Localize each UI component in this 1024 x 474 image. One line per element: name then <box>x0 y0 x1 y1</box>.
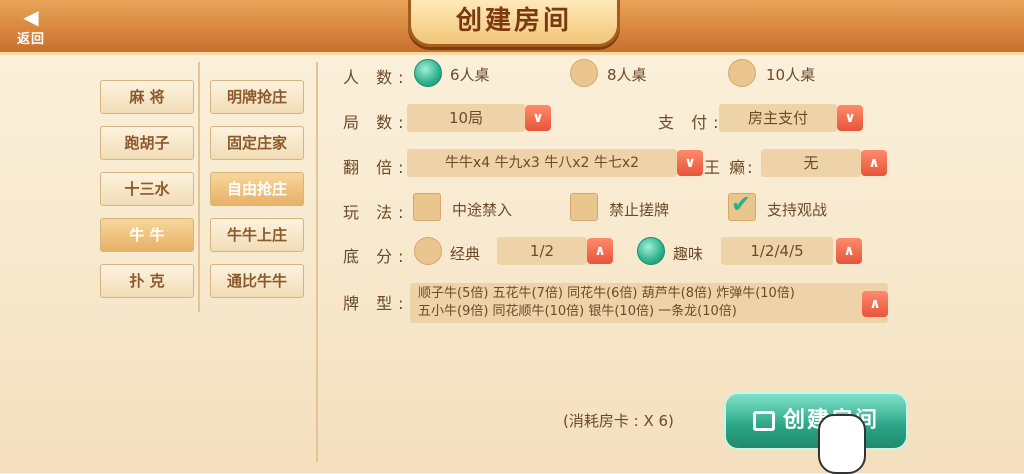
fun-label: 趣味 <box>673 245 704 263</box>
rounds-label: 局 数: <box>343 113 410 132</box>
chevron-up-icon[interactable]: ∧ <box>587 238 613 264</box>
divider <box>316 62 318 462</box>
hand-pointer-icon <box>818 414 866 474</box>
joker-select[interactable]: 无 <box>761 149 861 177</box>
card-types-label: 牌 型: <box>343 294 410 313</box>
multiplier-label: 翻 倍: <box>343 158 410 177</box>
room-icon <box>752 411 775 431</box>
chevron-down-icon[interactable]: ∨ <box>677 150 703 176</box>
option-10-players: 10人桌 <box>766 66 816 84</box>
rule-no-squeeze: 禁止搓牌 <box>609 201 670 219</box>
checkbox-no-join[interactable] <box>413 193 441 221</box>
classic-score-select[interactable]: 1/2 <box>497 237 587 265</box>
page-title-plate: 创建房间 <box>408 0 620 47</box>
payment-select[interactable]: 房主支付 <box>719 104 837 132</box>
chevron-up-icon[interactable]: ∧ <box>836 238 862 264</box>
card-types-line1: 顺子牛(5倍) 五花牛(7倍) 同花牛(6倍) 葫芦牛(8倍) 炸弹牛(10倍) <box>418 286 795 301</box>
radio-6-players[interactable] <box>414 59 442 87</box>
base-score-label: 底 分: <box>343 247 410 266</box>
radio-8-players[interactable] <box>570 59 598 87</box>
joker-label: 王 癞: <box>704 158 755 177</box>
rule-spectate: 支持观战 <box>767 201 828 219</box>
back-arrow-icon: ◀ <box>23 5 39 29</box>
mode-free-grab[interactable]: 自由抢庄 <box>210 172 304 206</box>
back-button[interactable]: ◀ 返回 <box>8 6 54 48</box>
option-6-players: 6人桌 <box>450 66 490 84</box>
category-niuniu[interactable]: 牛 牛 <box>100 218 194 252</box>
mode-tongbi[interactable]: 通比牛牛 <box>210 264 304 298</box>
category-poker[interactable]: 扑 克 <box>100 264 194 298</box>
radio-classic[interactable] <box>414 237 442 265</box>
chevron-up-icon[interactable]: ∧ <box>861 150 887 176</box>
room-card-cost: (消耗房卡 : X 6) <box>563 412 674 430</box>
rule-no-join: 中途禁入 <box>452 201 513 219</box>
divider <box>198 62 200 312</box>
classic-label: 经典 <box>450 245 481 263</box>
payment-label: 支 付: <box>658 113 725 132</box>
mode-niuniu-banker[interactable]: 牛牛上庄 <box>210 218 304 252</box>
option-8-players: 8人桌 <box>607 66 647 84</box>
rules-label: 玩 法: <box>343 203 410 222</box>
mode-fixed-banker[interactable]: 固定庄家 <box>210 126 304 160</box>
back-label: 返回 <box>16 32 45 47</box>
rounds-select[interactable]: 10局 <box>407 104 525 132</box>
players-label: 人 数: <box>343 68 410 87</box>
card-types-line2: 五小牛(9倍) 同花顺牛(10倍) 银牛(10倍) 一条龙(10倍) <box>418 304 737 319</box>
fun-score-select[interactable]: 1/2/4/5 <box>721 237 833 265</box>
radio-10-players[interactable] <box>728 59 756 87</box>
checkbox-no-squeeze[interactable] <box>570 193 598 221</box>
multiplier-select[interactable]: 牛牛x4 牛九x3 牛八x2 牛七x2 <box>407 149 677 177</box>
chevron-up-icon[interactable]: ∧ <box>862 291 888 317</box>
checkbox-spectate[interactable] <box>728 190 756 221</box>
page-title: 创建房间 <box>455 6 572 36</box>
category-shisanshui[interactable]: 十三水 <box>100 172 194 206</box>
chevron-down-icon[interactable]: ∨ <box>525 105 551 131</box>
card-types-box[interactable]: 顺子牛(5倍) 五花牛(7倍) 同花牛(6倍) 葫芦牛(8倍) 炸弹牛(10倍)… <box>410 283 888 323</box>
category-mahjong[interactable]: 麻 将 <box>100 80 194 114</box>
mode-mingpai[interactable]: 明牌抢庄 <box>210 80 304 114</box>
radio-fun[interactable] <box>637 237 665 265</box>
chevron-down-icon[interactable]: ∨ <box>837 105 863 131</box>
create-room-button[interactable]: 创建房间 <box>724 392 908 450</box>
category-paohuzi[interactable]: 跑胡子 <box>100 126 194 160</box>
